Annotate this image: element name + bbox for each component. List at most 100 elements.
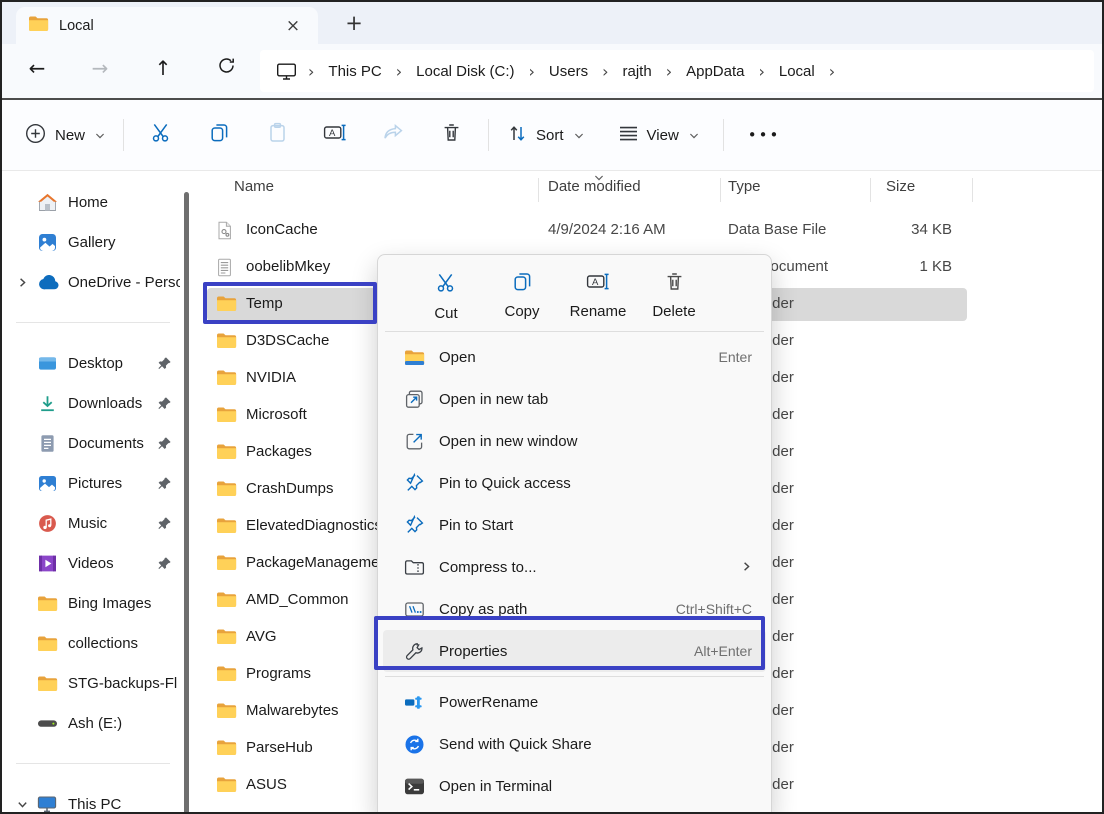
column-separator[interactable] [972,178,973,202]
breadcrumb-item[interactable]: rajth [616,59,659,84]
breadcrumb-item[interactable]: Local [772,59,822,84]
context-copy-button[interactable]: Copy [485,267,559,320]
copy-button[interactable] [190,122,248,148]
sidebar-item-downloads[interactable]: Downloads [2,383,184,423]
breadcrumb-item[interactable]: This PC [321,59,388,84]
view-button[interactable]: View [608,117,709,154]
context-cut-button[interactable]: Cut [409,267,483,322]
thispc-icon [34,795,60,812]
menu-item-pin-to-start[interactable]: Pin to Start [383,504,766,546]
menu-item-pin-to-quick-access[interactable]: Pin to Quick access [383,462,766,504]
quick-action-label: Copy [504,303,539,320]
svg-text:A: A [329,128,336,139]
menu-item-compress-to-[interactable]: Compress to... [383,546,766,588]
quick-action-label: Cut [434,305,457,322]
column-header-name[interactable]: Name [234,178,274,195]
quick-action-label: Rename [570,303,627,320]
sidebar-divider [16,322,170,323]
breadcrumb-item[interactable]: Local Disk (C:) [409,59,521,84]
svg-text:A: A [592,277,599,288]
sidebar-item-label: Downloads [68,395,142,412]
sidebar-item-ash-e-[interactable]: Ash (E:) [2,703,184,743]
sidebar-item-home[interactable]: Home [2,182,184,222]
menu-item-open-in-new-window[interactable]: Open in new window [383,420,766,462]
chevron-down-icon[interactable] [10,799,34,810]
file-explorer-window: Local × + ← → ↑ ›This PC›Local Disk (C:)… [0,0,1104,814]
refresh-button[interactable] [213,56,239,80]
breadcrumb-item[interactable]: AppData [679,59,751,84]
delete-button[interactable] [422,122,480,148]
context-rename-button[interactable]: A Rename [561,267,635,320]
context-delete-button[interactable]: Delete [637,267,711,320]
sidebar-item-collections[interactable]: collections [2,623,184,663]
cut-icon [435,271,458,299]
copy-icon [512,271,533,297]
menu-separator [385,331,764,332]
terminal-icon [403,777,425,796]
folder-icon [34,675,60,692]
more-options-button[interactable]: ••• [732,126,797,144]
up-button[interactable]: ↑ [150,56,176,80]
column-separator[interactable] [538,178,539,202]
new-button[interactable]: New [14,114,115,157]
sidebar-item-desktop[interactable]: Desktop [2,343,184,383]
pin-icon [157,396,172,411]
sidebar-item-documents[interactable]: Documents [2,423,184,463]
sidebar-scrollbar[interactable] [184,192,189,814]
file-name: ParseHub [246,739,313,756]
chevron-down-icon [95,127,105,144]
tab-close-icon[interactable]: × [280,13,306,39]
quick-action-label: Delete [652,303,695,320]
folder-icon [28,15,49,37]
breadcrumb-item[interactable]: Users [542,59,595,84]
cut-icon [150,121,173,149]
paste-button[interactable] [248,122,306,148]
column-separator[interactable] [870,178,871,202]
sidebar-item-stg-backups-fl[interactable]: STG-backups-Fl [2,663,184,703]
column-header-date[interactable]: Date modified [548,178,641,195]
folder-icon [216,369,238,389]
file-row-iconcache[interactable]: IconCache 4/9/2024 2:16 AM Data Base Fil… [190,212,1102,249]
menu-item-open-in-new-tab[interactable]: Open in new tab [383,378,766,420]
sort-icon [507,123,528,148]
sidebar-item-label: Bing Images [68,595,151,612]
file-name: IconCache [246,221,318,238]
cut-button[interactable] [132,121,190,149]
column-header-size[interactable]: Size [886,178,915,195]
breadcrumb-separator: › [522,62,542,81]
breadcrumb[interactable]: ›This PC›Local Disk (C:)›Users›rajth›App… [260,50,1094,92]
file-name: NVIDIA [246,369,296,386]
tab-local[interactable]: Local × [16,7,318,44]
sidebar-item-bing-images[interactable]: Bing Images [2,583,184,623]
sidebar-item-pictures[interactable]: Pictures [2,463,184,503]
column-header-type[interactable]: Type [728,178,761,195]
folder-icon [216,443,238,463]
menu-item-label: Pin to Quick access [439,475,752,492]
file-name: Microsoft [246,406,307,423]
file-name: PackageManagement [246,554,392,571]
menu-shortcut: Ctrl+Shift+C [676,601,752,617]
pin-icon [157,436,172,451]
menu-item-open[interactable]: OpenEnter [383,336,766,378]
sidebar-item-music[interactable]: Music [2,503,184,543]
sidebar-item-gallery[interactable]: Gallery [2,222,184,262]
rename-button[interactable]: A [306,122,364,148]
back-button[interactable]: ← [24,56,50,80]
sidebar-item-this-pc[interactable]: This PC [2,784,184,812]
chevron-right-icon[interactable] [10,277,34,288]
menu-item-send-with-quick-share[interactable]: Send with Quick Share [383,723,766,765]
sidebar-item-onedrive-personal[interactable]: OneDrive - Personal [2,262,184,302]
column-separator[interactable] [720,178,721,202]
sidebar-item-videos[interactable]: Videos [2,543,184,583]
menu-item-open-in-terminal[interactable]: Open in Terminal [383,765,766,807]
share-button[interactable] [364,122,422,148]
forward-button[interactable]: → [87,56,113,80]
sidebar-item-label: Desktop [68,355,123,372]
sidebar-item-label: OneDrive - Personal [68,274,180,291]
menu-item-powerrename[interactable]: PowerRename [383,681,766,723]
sort-button[interactable]: Sort [497,115,594,156]
sidebar-item-label: Videos [68,555,114,572]
new-tab-button[interactable]: + [340,9,368,37]
sidebar: Home Gallery OneDrive - Personal Desktop… [2,172,184,812]
breadcrumb-separator: › [389,62,409,81]
